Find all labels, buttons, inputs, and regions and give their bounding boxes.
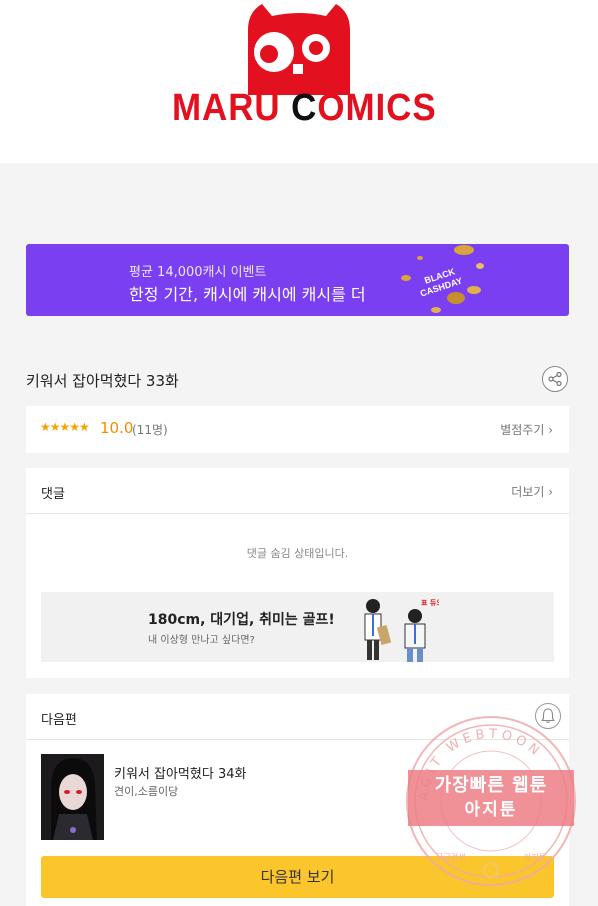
rating-card: ★★★★★ 10.0 (11명) 별점주기 › [26,406,569,453]
ad-title: 180cm, 대기업, 취미는 골프! [148,612,335,628]
maru-comics-wordmark[interactable]: MARU COMICS [172,88,436,128]
notification-button[interactable] [535,703,561,729]
dating-ad-banner[interactable]: 180cm, 대기업, 취미는 골프! 내 이상형 만나고 싶다면? 표 듀오 [41,592,554,662]
rating-count: (11명) [132,423,168,437]
svg-text:표 듀오: 표 듀오 [421,599,439,607]
give-rating-link[interactable]: 별점주기 › [500,421,553,438]
black-cashday-coins-icon: BLACK CASHDAY [401,245,484,313]
comments-title: 댓글 [41,487,65,502]
next-episode-title[interactable]: 키워서 잡아먹혔다 34화 [114,763,246,782]
view-next-episode-button[interactable]: 다음편 보기 [41,856,554,898]
banner-subtitle: 평균 14,000캐시 이벤트 [129,265,267,280]
rating-stars: ★★★★★ [40,420,90,434]
episode-title: 키워서 잡아먹혔다 33화 [26,372,179,390]
comments-header: 댓글 더보기 › [26,468,569,514]
next-episode-authors: 견이,소름이당 [114,785,179,798]
ad-couple-illustration-icon: 표 듀오 [364,599,439,662]
comments-card: 댓글 더보기 › 댓글 숨김 상태입니다. 180cm, 대기업, 취미는 골프… [26,468,569,678]
next-episode-card: 다음편 키워서 잡아먹혔다 34화 견이,소름이당 다음편 보기 [26,694,569,906]
comments-hidden-message: 댓글 숨김 상태입니다. [246,547,349,560]
banner-title: 한정 기간, 캐시에 캐시에 캐시를 더 [129,285,366,304]
next-section-title: 다음편 [41,713,77,728]
rating-score: 10.0 [100,419,134,437]
bell-icon [541,708,555,724]
ad-subtitle: 내 이상형 만나고 싶다면? [148,635,255,646]
share-icon [548,372,562,386]
comments-more-link[interactable]: 더보기 › [511,483,553,500]
next-episode-thumbnail[interactable] [41,754,104,840]
cashday-event-banner[interactable]: 평균 14,000캐시 이벤트 한정 기간, 캐시에 캐시에 캐시를 더 BLA… [26,244,569,316]
site-header: MARU COMICS [0,0,598,163]
next-header: 다음편 [26,694,569,740]
share-button[interactable] [542,366,568,392]
